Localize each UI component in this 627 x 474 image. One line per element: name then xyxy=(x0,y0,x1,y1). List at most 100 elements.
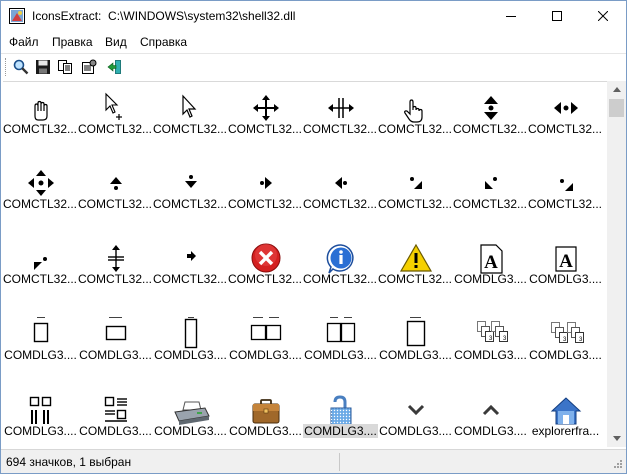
icon-item[interactable]: COMCTL32.... xyxy=(453,157,528,232)
icon-item[interactable]: COMDLG3.... xyxy=(78,382,153,447)
icon-label: explorerfra... xyxy=(531,424,600,438)
maximize-button[interactable] xyxy=(534,1,580,31)
small-arrow-icon xyxy=(153,234,228,274)
resize-grip-icon xyxy=(614,460,622,468)
icon-item[interactable]: COMCTL32.... xyxy=(228,157,303,232)
arrow-cursor-icon xyxy=(153,84,228,124)
close-icon xyxy=(598,11,608,21)
icon-item[interactable]: COMCTL32.... xyxy=(303,82,378,157)
menu-view[interactable]: Вид xyxy=(105,35,127,49)
layout-grid-icon xyxy=(3,386,78,426)
scroll-down-button[interactable] xyxy=(607,430,626,447)
close-button[interactable] xyxy=(580,1,626,31)
scroll-e-icon xyxy=(228,159,303,199)
font-a-outline-icon: A xyxy=(528,234,603,274)
chevron-down-icon xyxy=(378,386,453,426)
svg-text:A: A xyxy=(484,252,498,273)
icon-item[interactable]: A COMDLG3.... xyxy=(453,232,528,307)
icon-label: COMCTL32.... xyxy=(3,197,78,211)
icon-item[interactable]: COMCTL32.... xyxy=(78,82,153,157)
icon-item[interactable]: COMCTL32.... xyxy=(228,232,303,307)
scroll-sw-icon xyxy=(453,159,528,199)
icon-label: COMDLG3.... xyxy=(454,424,527,438)
icon-item[interactable]: COMCTL32.... xyxy=(153,82,228,157)
icon-item[interactable]: COMDLG3.... xyxy=(3,307,78,382)
page-portrait-icon xyxy=(3,309,78,349)
resize-grip[interactable] xyxy=(611,459,623,471)
icon-item[interactable]: explorerfra... xyxy=(528,382,603,447)
icon-label: COMDLG3.... xyxy=(529,272,602,286)
status-text: 694 значков, 1 выбран xyxy=(6,455,132,469)
icon-item[interactable]: COMCTL32.... xyxy=(453,82,528,157)
icon-item[interactable]: COMDLG3.... xyxy=(378,307,453,382)
icon-item[interactable]: 3 3 COMDLG3.... xyxy=(453,307,528,382)
icon-item[interactable]: COMDLG3.... xyxy=(228,307,303,382)
scroll-nw-icon xyxy=(3,234,78,274)
icon-item[interactable]: COMCTL32.... xyxy=(78,232,153,307)
icon-item[interactable]: COMCTL32.... xyxy=(303,232,378,307)
scroll-w-icon xyxy=(303,159,378,199)
icon-label: COMCTL32.... xyxy=(453,122,528,136)
icon-label: COMDLG3.... xyxy=(303,424,378,438)
menu-edit[interactable]: Правка xyxy=(52,35,93,49)
icon-item[interactable]: COMDLG3.... xyxy=(303,382,378,447)
collate-pages-icon: 33 xyxy=(453,309,528,349)
icon-item[interactable]: COMCTL32.... xyxy=(378,232,453,307)
icon-label: COMDLG3.... xyxy=(4,348,77,362)
icon-item[interactable]: COMCTL32.... xyxy=(153,157,228,232)
icon-item[interactable]: COMCTL32.... xyxy=(153,232,228,307)
icon-item[interactable]: COMCTL32.... xyxy=(528,82,603,157)
icon-label: COMCTL32.... xyxy=(153,122,228,136)
icon-item[interactable]: COMDLG3.... xyxy=(453,382,528,447)
icon-item[interactable]: COMDLG3.... xyxy=(303,307,378,382)
icon-item[interactable]: COMCTL32.... xyxy=(78,157,153,232)
split-horizontal-cursor-icon xyxy=(303,84,378,124)
scroll-up-button[interactable] xyxy=(607,81,626,98)
icon-item[interactable]: COMDLG3.... xyxy=(153,382,228,447)
icon-label: COMDLG3.... xyxy=(229,424,302,438)
copy-button[interactable] xyxy=(56,58,74,76)
icon-item[interactable]: COMDLG3.... xyxy=(3,382,78,447)
icon-item[interactable]: COMCTL32.... xyxy=(3,232,78,307)
icon-item[interactable]: COMDLG3.... xyxy=(378,382,453,447)
icon-item[interactable]: COMDLG3.... xyxy=(153,307,228,382)
icon-label: COMCTL32.... xyxy=(3,272,78,286)
icon-item[interactable]: COMCTL32.... xyxy=(3,157,78,232)
icon-label: COMDLG3.... xyxy=(454,348,527,362)
icon-list-view[interactable]: COMCTL32.... COMCTL32.... COMCTL32.... COMC… xyxy=(3,81,607,447)
toolbar-grip[interactable] xyxy=(5,58,7,76)
icon-item[interactable]: COMCTL32.... xyxy=(528,157,603,232)
icon-label: COMCTL32.... xyxy=(378,122,453,136)
status-separator xyxy=(339,453,340,471)
icon-item[interactable]: COMCTL32.... xyxy=(228,82,303,157)
icon-item[interactable]: COMCTL32.... xyxy=(3,82,78,157)
icon-label: COMDLG3.... xyxy=(79,348,152,362)
icon-label: COMCTL32.... xyxy=(153,272,228,286)
icon-item[interactable]: COMDLG3.... xyxy=(78,307,153,382)
properties-button[interactable] xyxy=(80,58,98,76)
icon-item[interactable]: COMCTL32.... xyxy=(378,157,453,232)
scroll-thumb[interactable] xyxy=(609,99,624,117)
title-bar[interactable]: IconsExtract: C:\WINDOWS\system32\shell3… xyxy=(1,1,626,31)
page-booklet-open-icon xyxy=(303,309,378,349)
warning-icon xyxy=(378,234,453,274)
briefcase-icon xyxy=(228,386,303,426)
save-button[interactable] xyxy=(34,58,52,76)
icon-label: COMDLG3.... xyxy=(4,424,77,438)
icon-item[interactable]: 3 3 COMDLG3.... xyxy=(528,307,603,382)
icon-label: COMDLG3.... xyxy=(379,348,452,362)
font-a-icon: A xyxy=(453,234,528,274)
home-icon xyxy=(528,386,603,426)
icon-item[interactable]: A COMDLG3.... xyxy=(528,232,603,307)
icon-item[interactable]: COMCTL32.... xyxy=(303,157,378,232)
find-button[interactable] xyxy=(12,58,30,76)
minimize-button[interactable] xyxy=(488,1,534,31)
vertical-scrollbar[interactable] xyxy=(607,81,626,447)
exit-button[interactable] xyxy=(106,58,124,76)
menu-help[interactable]: Справка xyxy=(140,35,187,49)
icon-label: COMCTL32.... xyxy=(228,197,303,211)
error-icon xyxy=(228,234,303,274)
menu-file[interactable]: Файл xyxy=(9,35,39,49)
icon-item[interactable]: COMCTL32.... xyxy=(378,82,453,157)
icon-item[interactable]: COMDLG3.... xyxy=(228,382,303,447)
